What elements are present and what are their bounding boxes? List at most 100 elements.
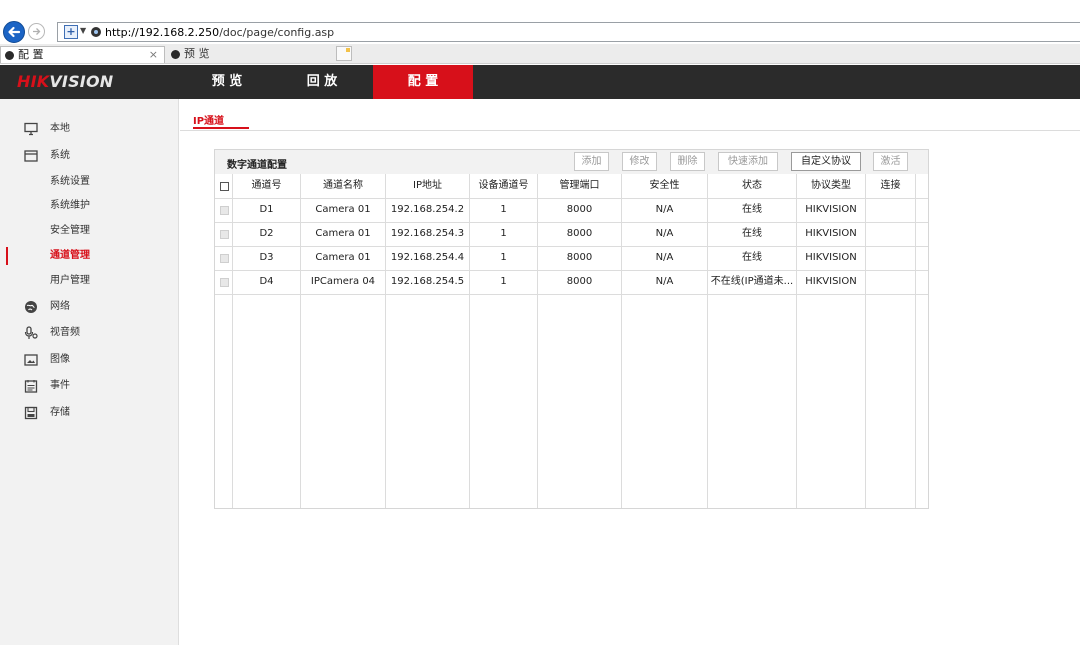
cell-status: 不在线(IP通道未...	[710, 276, 794, 287]
sidebar-item-security[interactable]: 安全管理	[0, 220, 179, 242]
row-checkbox[interactable]	[220, 230, 229, 239]
network-globe-icon	[25, 301, 37, 313]
url-text[interactable]: http://192.168.2.250/doc/page/config.asp	[105, 26, 334, 39]
cell-protocol: HIKVISION	[805, 276, 857, 287]
back-button[interactable]	[3, 21, 25, 43]
row-checkbox[interactable]	[220, 206, 229, 215]
cell-ip-address: 192.168.254.3	[390, 228, 465, 239]
panel-toolbar: 数字通道配置 添加 修改 删除 快速添加 自定义协议 激活	[215, 150, 928, 174]
cell-device-channel: 1	[500, 276, 507, 287]
add-favorite-icon[interactable]: +	[64, 25, 78, 39]
nav-preview[interactable]: 预 览	[177, 65, 277, 99]
column-header[interactable]: IP地址	[386, 174, 469, 198]
cell-security: N/A	[655, 252, 674, 263]
monitor-icon	[24, 122, 38, 136]
row-checkbox[interactable]	[220, 278, 229, 287]
sidebar: 本地 系统 系统设置 系统维护 安全管理 通道管理 用户管理 网络 视音频 图像…	[0, 99, 179, 645]
url-path: /doc/page/config.asp	[219, 26, 335, 39]
cell-protocol: HIKVISION	[805, 252, 857, 263]
sidebar-item-event[interactable]: 事件	[0, 375, 179, 397]
sidebar-item-local[interactable]: 本地	[0, 118, 179, 140]
browser-tab-bar: 配 置 × 预 览	[0, 44, 1080, 64]
column-header[interactable]: 设备通道号	[470, 174, 537, 198]
active-tab-underline	[193, 127, 249, 129]
url-bar[interactable]: + ▼ http://192.168.2.250/doc/page/config…	[57, 22, 1080, 42]
column-header[interactable]: 协议类型	[797, 174, 865, 198]
cell-ip-address: 192.168.254.5	[390, 276, 465, 287]
browser-tab-preview[interactable]: 预 览	[167, 46, 332, 63]
sidebar-item-user-management[interactable]: 用户管理	[0, 270, 179, 292]
cell-connection[interactable]	[866, 246, 915, 270]
cell-ip-address: 192.168.254.4	[390, 252, 465, 263]
sidebar-item-label: 网络	[50, 301, 70, 312]
column-header[interactable]: 通道号	[233, 174, 300, 198]
nav-config[interactable]: 配 置	[373, 65, 473, 99]
sidebar-item-channel-management[interactable]: 通道管理	[0, 245, 179, 267]
cell-channel-no: D1	[259, 204, 274, 215]
cell-channel-name: Camera 01	[315, 252, 371, 263]
sidebar-item-system-maintenance[interactable]: 系统维护	[0, 195, 179, 217]
sidebar-item-label: 图像	[50, 354, 70, 365]
cell-channel-name: Camera 01	[315, 204, 371, 215]
column-header[interactable]: 管理端口	[538, 174, 621, 198]
cell-mgmt-port: 8000	[566, 228, 593, 239]
column-header[interactable]: 安全性	[622, 174, 707, 198]
cell-status: 在线	[742, 204, 762, 215]
forward-button[interactable]	[28, 23, 45, 40]
forward-arrow-icon	[33, 28, 41, 35]
close-icon[interactable]: ×	[149, 47, 158, 62]
quick-add-button[interactable]: 快速添加	[718, 152, 778, 171]
cell-channel-no: D3	[259, 252, 274, 263]
tab-globe-icon	[171, 50, 180, 59]
cell-connection[interactable]	[866, 270, 915, 294]
activate-button[interactable]: 激活	[873, 152, 908, 171]
cell-status: 在线	[742, 252, 762, 263]
cell-connection[interactable]	[866, 222, 915, 246]
cell-security: N/A	[655, 276, 674, 287]
cell-mgmt-port: 8000	[566, 252, 593, 263]
sidebar-item-network[interactable]: 网络	[0, 296, 179, 318]
cell-channel-name: IPCamera 04	[310, 276, 376, 287]
sidebar-item-system[interactable]: 系统	[0, 145, 179, 167]
tab-ip-channel[interactable]: IP通道	[193, 112, 224, 127]
tab-label: 预 览	[184, 47, 210, 60]
cell-security: N/A	[655, 228, 674, 239]
audio-video-icon	[24, 326, 38, 339]
custom-protocol-button[interactable]: 自定义协议	[791, 152, 861, 171]
sidebar-item-audio-video[interactable]: 视音频	[0, 322, 179, 344]
cell-mgmt-port: 8000	[566, 276, 593, 287]
back-arrow-icon	[8, 26, 21, 38]
sidebar-item-label: 用户管理	[50, 275, 90, 286]
cell-channel-no: D2	[259, 228, 274, 239]
tab-globe-icon	[5, 51, 14, 60]
column-header[interactable]: 状态	[708, 174, 796, 198]
storage-icon	[24, 406, 38, 420]
modify-button[interactable]: 修改	[622, 152, 657, 171]
cell-channel-no: D4	[259, 276, 274, 287]
browser-address-bar: + ▼ http://192.168.2.250/doc/page/config…	[0, 0, 1080, 44]
sidebar-item-label: 事件	[50, 380, 70, 391]
chevron-down-icon[interactable]: ▼	[80, 26, 86, 35]
sidebar-item-label: 视音频	[50, 327, 80, 338]
url-host: http://192.168.2.250	[105, 26, 220, 39]
sidebar-item-image[interactable]: 图像	[0, 349, 179, 371]
logo-rest-part: VISION	[49, 72, 114, 91]
nav-playback[interactable]: 回 放	[272, 65, 372, 99]
sidebar-item-label: 系统设置	[50, 176, 90, 187]
sidebar-item-label: 通道管理	[50, 250, 90, 261]
sidebar-item-label: 系统维护	[50, 200, 90, 211]
cell-connection[interactable]	[866, 198, 915, 222]
select-all-checkbox[interactable]	[220, 182, 229, 191]
site-globe-icon	[91, 27, 101, 37]
event-icon	[24, 380, 38, 393]
sidebar-item-storage[interactable]: 存储	[0, 402, 179, 424]
column-header[interactable]: 通道名称	[301, 174, 385, 198]
cell-security: N/A	[655, 204, 674, 215]
browser-tab-config[interactable]: 配 置 ×	[0, 46, 165, 63]
sidebar-item-system-settings[interactable]: 系统设置	[0, 171, 179, 193]
new-tab-icon[interactable]	[336, 46, 352, 61]
row-checkbox[interactable]	[220, 254, 229, 263]
column-header[interactable]: 连接	[866, 174, 915, 198]
delete-button[interactable]: 删除	[670, 152, 705, 171]
add-button[interactable]: 添加	[574, 152, 609, 171]
